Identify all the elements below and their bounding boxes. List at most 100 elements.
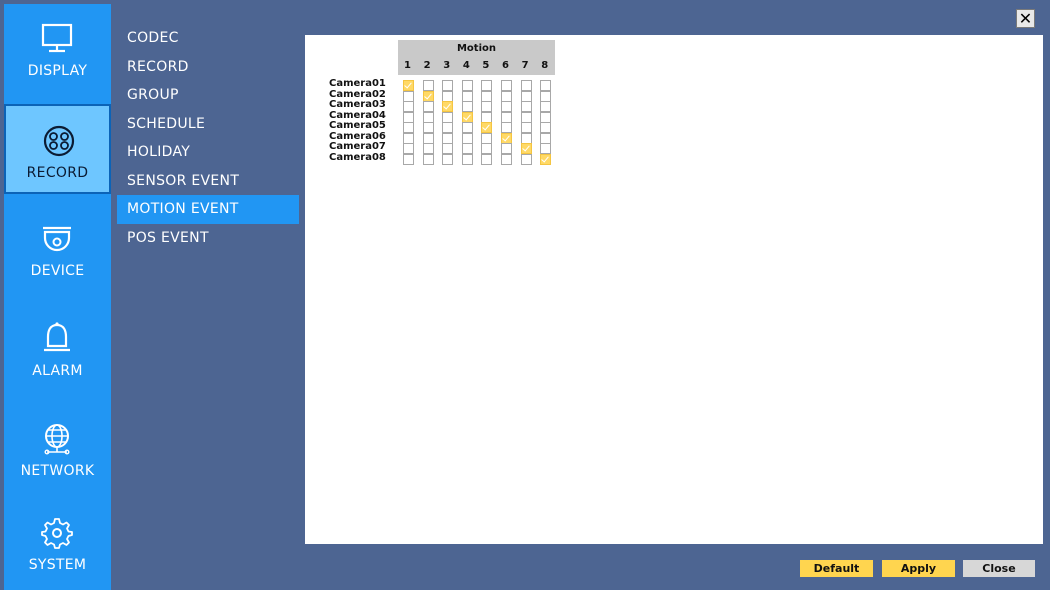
motion-checkbox[interactable] — [422, 111, 434, 123]
motion-checkbox[interactable] — [501, 122, 512, 133]
default-button[interactable]: Default — [800, 560, 873, 577]
motion-checkbox[interactable] — [501, 80, 512, 91]
motion-checkbox[interactable] — [422, 101, 434, 112]
motion-checkbox[interactable] — [501, 132, 512, 144]
motion-checkbox[interactable] — [461, 111, 473, 123]
motion-checkbox[interactable] — [403, 122, 414, 133]
motion-checkbox[interactable] — [422, 90, 434, 102]
motion-checkbox[interactable] — [422, 122, 434, 133]
motion-checkbox[interactable] — [520, 132, 532, 144]
film-reel-icon — [43, 125, 75, 157]
motion-checkbox[interactable] — [540, 132, 552, 144]
motion-checkbox[interactable] — [461, 101, 473, 112]
motion-checkbox[interactable] — [461, 132, 473, 144]
close-button[interactable]: Close — [963, 560, 1035, 577]
submenu-item-holiday[interactable]: HOLIDAY — [117, 138, 299, 167]
motion-checkbox[interactable] — [461, 90, 473, 102]
motion-checkbox[interactable] — [403, 111, 414, 123]
submenu-item-codec[interactable]: CODEC — [117, 24, 299, 53]
motion-checkbox[interactable] — [442, 153, 454, 165]
motion-checkbox[interactable] — [501, 143, 512, 154]
motion-checkbox[interactable] — [481, 153, 493, 165]
motion-checkbox[interactable] — [520, 111, 532, 123]
motion-checkbox[interactable] — [422, 153, 434, 165]
motion-checkbox[interactable] — [422, 132, 434, 144]
submenu-item-pos-event[interactable]: POS EVENT — [117, 224, 299, 253]
motion-checkbox[interactable] — [403, 132, 414, 144]
nav-device[interactable]: DEVICE — [4, 204, 111, 294]
motion-checkbox[interactable] — [403, 90, 414, 102]
motion-checkbox[interactable] — [461, 143, 473, 154]
channel-number-4: 4 — [462, 60, 470, 71]
motion-channel-numbers: 1 2 34 5 6 7 8 — [398, 57, 555, 75]
motion-checkbox[interactable] — [461, 153, 473, 165]
channel-number-5: 5 — [482, 60, 490, 71]
camera-label: Camera01 — [329, 78, 386, 89]
motion-checkbox[interactable] — [540, 101, 552, 112]
channel-number-1: 1 — [404, 60, 411, 71]
motion-checkbox[interactable] — [501, 111, 512, 123]
motion-checkbox[interactable] — [481, 122, 493, 133]
nav-record[interactable]: RECORD — [4, 104, 111, 194]
motion-checkbox[interactable] — [481, 101, 493, 112]
submenu-item-sensor-event[interactable]: SENSOR EVENT — [117, 167, 299, 196]
nav-alarm-label: ALARM — [32, 363, 83, 379]
motion-checkbox[interactable] — [481, 111, 493, 123]
motion-column-header: Motion — [398, 40, 555, 57]
main-nav-rail: DISPLAY RECORD DEVICE ALARM NETWORK SYST… — [4, 4, 111, 590]
nav-display[interactable]: DISPLAY — [4, 4, 111, 94]
motion-checkbox[interactable] — [540, 122, 552, 133]
motion-checkbox[interactable] — [540, 90, 552, 102]
motion-checkbox[interactable] — [442, 132, 454, 144]
apply-button[interactable]: Apply — [882, 560, 955, 577]
motion-checkbox[interactable] — [520, 153, 532, 165]
motion-checkbox[interactable] — [442, 143, 454, 154]
nav-network-label: NETWORK — [20, 463, 95, 479]
motion-checkbox[interactable] — [481, 90, 493, 102]
motion-checkbox[interactable] — [540, 153, 552, 165]
channel-number-3: 3 — [443, 60, 451, 71]
motion-checkbox[interactable] — [520, 122, 532, 133]
motion-checkbox[interactable] — [520, 143, 532, 154]
motion-checkbox[interactable] — [540, 111, 552, 123]
motion-checkbox[interactable] — [442, 90, 454, 102]
nav-system[interactable]: SYSTEM — [4, 498, 111, 588]
motion-checkbox[interactable] — [461, 80, 473, 91]
gear-icon — [41, 518, 73, 549]
camera-label: Camera08 — [329, 151, 386, 163]
submenu-item-group[interactable]: GROUP — [117, 81, 299, 110]
submenu-item-record[interactable]: RECORD — [117, 53, 299, 82]
motion-checkbox[interactable] — [540, 143, 552, 154]
motion-checkbox[interactable] — [501, 153, 512, 165]
motion-checkbox[interactable] — [442, 80, 454, 91]
motion-checkbox[interactable] — [501, 101, 512, 112]
nav-network[interactable]: NETWORK — [4, 404, 111, 494]
record-submenu: CODEC RECORD GROUP SCHEDULE HOLIDAY SENS… — [117, 24, 299, 252]
motion-checkbox[interactable] — [520, 80, 532, 91]
motion-checkbox[interactable] — [442, 122, 454, 133]
motion-checkbox[interactable] — [442, 101, 454, 112]
motion-checkbox[interactable] — [403, 101, 414, 112]
close-window-button[interactable]: ✕ — [1016, 9, 1035, 28]
motion-checkbox[interactable] — [540, 80, 552, 91]
camera-label: Camera07 — [329, 141, 386, 152]
motion-checkbox[interactable] — [403, 153, 414, 165]
submenu-item-schedule[interactable]: SCHEDULE — [117, 110, 299, 139]
motion-checkbox[interactable] — [461, 122, 473, 133]
motion-checkbox[interactable] — [422, 80, 434, 91]
dome-camera-icon — [43, 226, 71, 252]
bell-icon — [44, 322, 70, 352]
motion-checkbox[interactable] — [520, 101, 532, 112]
motion-checkbox[interactable] — [403, 143, 414, 154]
motion-checkbox[interactable] — [422, 143, 434, 154]
motion-checkbox[interactable] — [481, 80, 493, 91]
motion-checkbox[interactable] — [403, 80, 414, 91]
nav-alarm[interactable]: ALARM — [4, 304, 111, 394]
motion-checkbox[interactable] — [481, 132, 493, 144]
motion-checkbox[interactable] — [501, 90, 512, 102]
motion-checkbox[interactable] — [520, 90, 532, 102]
submenu-item-motion-event[interactable]: MOTION EVENT — [117, 195, 299, 224]
monitor-icon — [41, 23, 73, 53]
motion-checkbox[interactable] — [481, 143, 493, 154]
motion-checkbox[interactable] — [442, 111, 454, 123]
